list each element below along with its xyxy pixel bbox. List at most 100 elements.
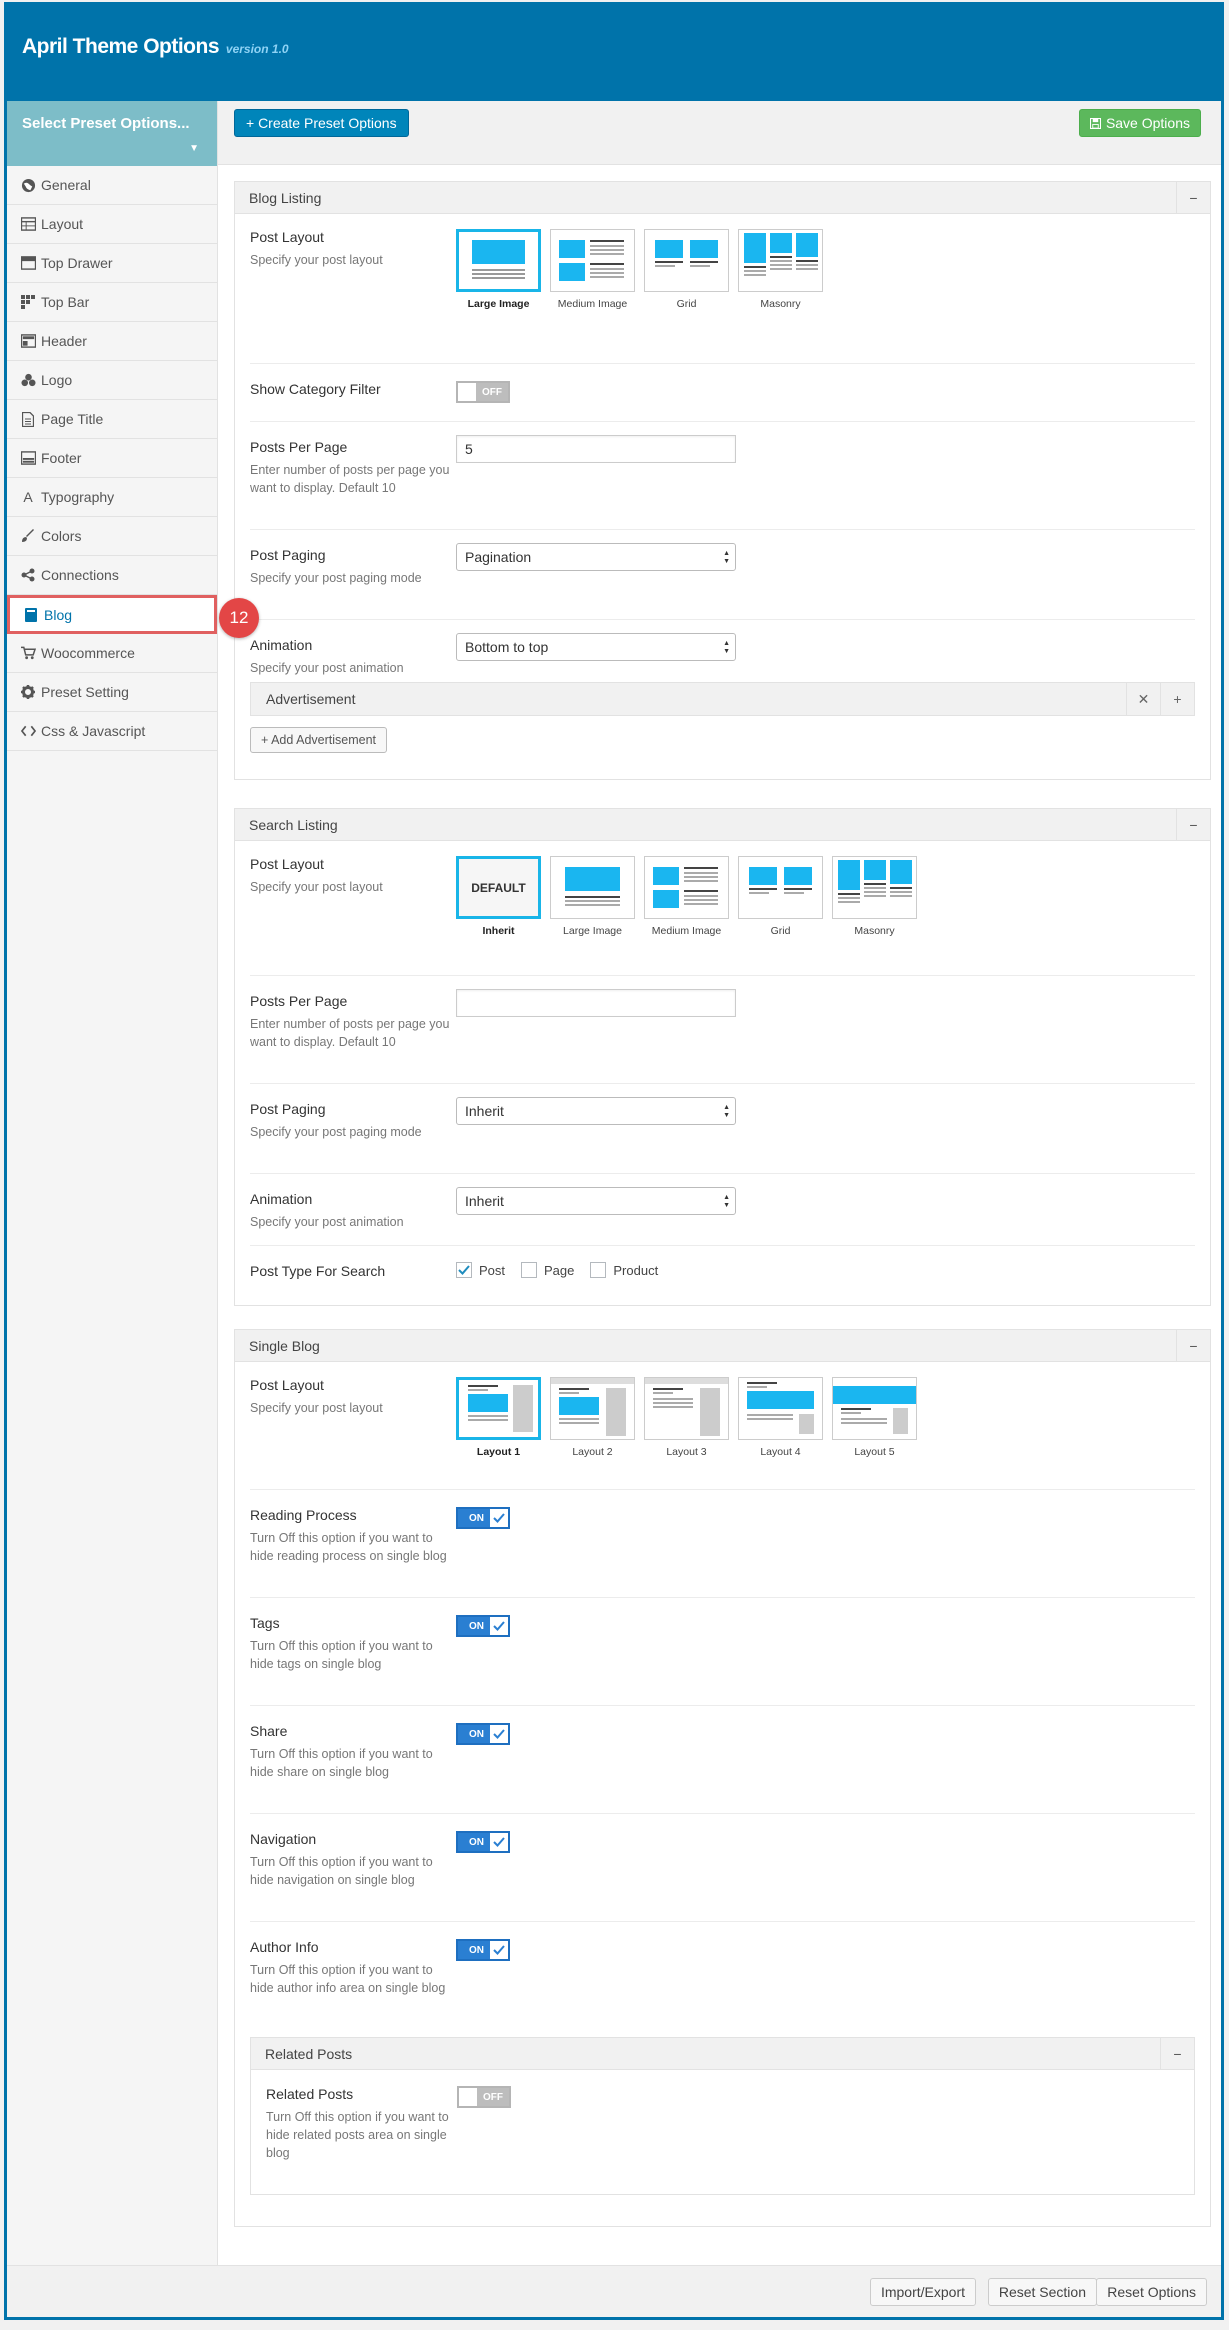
sidebar-item-label: Layout [41,216,84,232]
layout-option-grid[interactable]: Grid [644,229,729,310]
sidebar-item-label: Connections [41,567,119,583]
sidebar-item-top-drawer[interactable]: Top Drawer [7,244,217,283]
sidebar-item-label: Footer [41,450,82,466]
layout-option-label: Masonry [760,298,801,310]
layout-option-label: Layout 1 [476,1446,521,1458]
sidebar-item-page-title[interactable]: Page Title [7,400,217,439]
save-options-button[interactable]: Save Options [1078,109,1201,137]
collapse-button[interactable]: − [1176,182,1210,213]
layout-option-layout-1[interactable]: Layout 1 [456,1377,541,1458]
layout-option-large-image[interactable]: Large Image [550,856,635,937]
drawer-icon [19,256,37,270]
plus-icon[interactable]: + [1160,683,1194,715]
layout-option-layout-3[interactable]: Layout 3 [644,1377,729,1458]
animation-select[interactable]: Bottom to top ▲ ▼ [456,633,736,661]
category-filter-toggle[interactable]: OFF [456,381,510,403]
sidebar-item-top-bar[interactable]: Top Bar [7,283,217,322]
sidebar-item-layout[interactable]: Layout [7,205,217,244]
layout-option-layout-4[interactable]: Layout 4 [738,1377,823,1458]
sidebar-item-connections[interactable]: Connections [7,556,217,595]
preset-select[interactable]: Select Preset Options... ▼ [7,101,217,166]
layout-option-medium-image[interactable]: Medium Image [550,229,635,310]
sidebar-item-general[interactable]: General [7,166,217,205]
sidebar-item-colors[interactable]: Colors [7,517,217,556]
share-toggle[interactable]: ON [456,1723,510,1745]
field-desc: Turn Off this option if you want to hide… [250,1639,433,1671]
field-label: Tags [250,1615,280,1631]
posts-per-page-input[interactable] [456,989,736,1017]
layout-option-grid[interactable]: Grid [738,856,823,937]
book-icon [22,607,40,622]
chevron-down-icon: ▼ [189,143,199,154]
checkbox[interactable] [590,1262,607,1278]
navigation-toggle[interactable]: ON [456,1831,510,1853]
layout-option-layout-5[interactable]: Layout 5 [832,1377,917,1458]
author-info-row: Author Info Turn Off this option if you … [250,1922,1195,2030]
post-layout-row: Post Layout Specify your post layout Lay… [250,1377,1195,1490]
top-toolbar: + Create Preset Options Save Options [218,101,1221,165]
post-type-product[interactable]: Product [590,1262,658,1278]
sidebar-item-typography[interactable]: A Typography [7,478,217,517]
post-paging-select[interactable]: Pagination ▲ ▼ [456,543,736,571]
file-icon [19,411,37,427]
layout-option-inherit[interactable]: DEFAULT Inherit [456,856,541,937]
checkbox-checked[interactable] [456,1262,472,1278]
layout-option-masonry[interactable]: Masonry [832,856,917,937]
checkbox[interactable] [521,1262,538,1278]
field-label: Post Layout [250,856,324,872]
field-label: Reading Process [250,1507,357,1523]
field-label: Post Layout [250,1377,324,1393]
import-export-button[interactable]: Import/Export [869,2278,976,2306]
reset-options-button[interactable]: Reset Options [1096,2278,1207,2306]
reading-process-toggle[interactable]: ON [456,1507,510,1529]
post-layout-row: Post Layout Specify your post layout DEF… [250,856,1195,976]
sidebar-item-label: Logo [41,372,73,388]
add-advertisement-button[interactable]: + Add Advertisement [250,727,388,753]
gear-icon [19,685,37,699]
sidebar-item-blog[interactable]: Blog [7,595,217,634]
layout-option-masonry[interactable]: Masonry [738,229,823,310]
sidebar-item-preset-setting[interactable]: Preset Setting [7,673,217,712]
sidebar-item-label: Blog [44,606,73,623]
post-type-post[interactable]: Post [456,1262,505,1278]
collapse-button[interactable]: − [1176,809,1210,840]
sidebar-item-footer[interactable]: Footer [7,439,217,478]
related-posts-toggle[interactable]: OFF [457,2086,511,2108]
animation-select[interactable]: Inherit ▲ ▼ [456,1187,736,1215]
sidebar-item-label: Top Bar [41,294,90,310]
field-label: Navigation [250,1831,317,1847]
post-type-page[interactable]: Page [521,1262,574,1278]
sidebar-item-css-javascript[interactable]: Css & Javascript [7,712,217,751]
create-preset-button[interactable]: + Create Preset Options [234,109,409,137]
sidebar-item-label: Typography [41,489,115,505]
collapse-button[interactable]: − [1176,1330,1210,1361]
field-desc: Specify your post animation [250,1215,404,1229]
close-icon[interactable]: ✕ [1126,683,1160,715]
field-desc: Turn Off this option if you want to hide… [250,1747,433,1779]
sidebar-item-header[interactable]: Header [7,322,217,361]
layout-option-large-image[interactable]: Large Image [456,229,541,310]
post-type-checkboxes: Post Page Product [456,1262,674,1278]
tags-toggle[interactable]: ON [456,1615,510,1637]
sidebar: Select Preset Options... ▼ General Layou… [7,101,218,2265]
post-paging-select[interactable]: Inherit ▲ ▼ [456,1097,736,1125]
layout-option-layout-2[interactable]: Layout 2 [550,1377,635,1458]
reset-section-button[interactable]: Reset Section [987,2278,1097,2306]
collapse-button[interactable]: − [1160,2038,1194,2069]
tags-row: Tags Turn Off this option if you want to… [250,1598,1195,1706]
layout-option-label: Grid [770,925,791,937]
layout-option-medium-image[interactable]: Medium Image [644,856,729,937]
field-label: Share [250,1723,288,1739]
sidebar-item-woocommerce[interactable]: Woocommerce [7,634,217,673]
select-arrows-icon: ▲ ▼ [723,1194,730,1209]
sidebar-item-logo[interactable]: Logo [7,361,217,400]
sidebar-item-label: Colors [41,528,82,544]
posts-per-page-input[interactable]: 5 [456,435,736,463]
table-icon [19,217,37,231]
layout-option-label: Layout 2 [572,1446,613,1458]
single-blog-section: Single Blog − Post Layout Specify your p… [234,1329,1211,2227]
code-icon [19,725,37,737]
field-desc: Specify your post paging mode [250,571,422,585]
field-label: Post Layout [250,229,324,245]
author-info-toggle[interactable]: ON [456,1939,510,1961]
